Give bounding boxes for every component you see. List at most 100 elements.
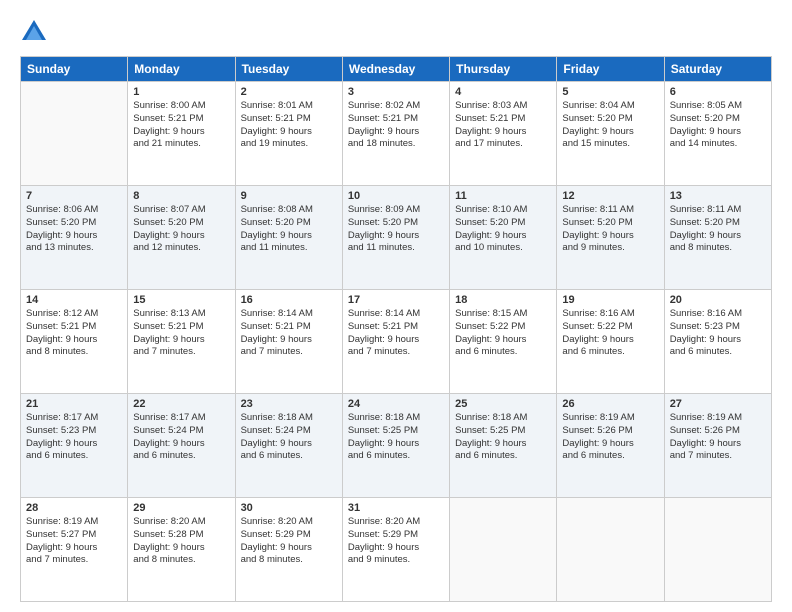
day-info: Sunrise: 8:10 AMSunset: 5:20 PMDaylight:…	[455, 204, 551, 255]
calendar-header-thursday: Thursday	[450, 57, 557, 82]
calendar-cell: 26 Sunrise: 8:19 AMSunset: 5:26 PMDayligh…	[557, 394, 664, 498]
calendar-cell: 6 Sunrise: 8:05 AMSunset: 5:20 PMDaylight…	[664, 82, 771, 186]
day-info: Sunrise: 8:20 AMSunset: 5:29 PMDaylight:…	[241, 516, 337, 567]
day-number: 4	[455, 86, 551, 98]
day-info: Sunrise: 8:17 AMSunset: 5:23 PMDaylight:…	[26, 412, 122, 463]
calendar-cell: 4 Sunrise: 8:03 AMSunset: 5:21 PMDaylight…	[450, 82, 557, 186]
day-number: 14	[26, 294, 122, 306]
day-info: Sunrise: 8:14 AMSunset: 5:21 PMDaylight:…	[348, 308, 444, 359]
calendar-week-row: 14 Sunrise: 8:12 AMSunset: 5:21 PMDayligh…	[21, 290, 772, 394]
calendar-cell: 15Sunrise: 8:13 AMSunset: 5:21 PMDayligh…	[128, 290, 235, 394]
day-info: Sunrise: 8:07 AMSunset: 5:20 PMDaylight:…	[133, 204, 229, 255]
day-info: Sunrise: 8:18 AMSunset: 5:25 PMDaylight:…	[455, 412, 551, 463]
day-info: Sunrise: 8:20 AMSunset: 5:29 PMDaylight:…	[348, 516, 444, 567]
day-number: 31	[348, 502, 444, 514]
calendar-cell: 28 Sunrise: 8:19 AMSunset: 5:27 PMDayligh…	[21, 498, 128, 602]
day-number: 5	[562, 86, 658, 98]
day-number: 10	[348, 190, 444, 202]
day-info: Sunrise: 8:01 AMSunset: 5:21 PMDaylight:…	[241, 100, 337, 151]
calendar-cell: 21 Sunrise: 8:17 AMSunset: 5:23 PMDayligh…	[21, 394, 128, 498]
calendar-cell: 27Sunrise: 8:19 AMSunset: 5:26 PMDayligh…	[664, 394, 771, 498]
calendar-header-tuesday: Tuesday	[235, 57, 342, 82]
calendar-cell	[21, 82, 128, 186]
calendar-week-row: 21 Sunrise: 8:17 AMSunset: 5:23 PMDayligh…	[21, 394, 772, 498]
day-number: 20	[670, 294, 766, 306]
logo	[20, 18, 52, 46]
calendar-cell: 8 Sunrise: 8:07 AMSunset: 5:20 PMDaylight…	[128, 186, 235, 290]
day-number: 13	[670, 190, 766, 202]
day-number: 29	[133, 502, 229, 514]
calendar-header-saturday: Saturday	[664, 57, 771, 82]
day-info: Sunrise: 8:09 AMSunset: 5:20 PMDaylight:…	[348, 204, 444, 255]
day-info: Sunrise: 8:00 AMSunset: 5:21 PMDaylight:…	[133, 100, 229, 151]
day-info: Sunrise: 8:17 AMSunset: 5:24 PMDaylight:…	[133, 412, 229, 463]
day-number: 3	[348, 86, 444, 98]
calendar-table: SundayMondayTuesdayWednesdayThursdayFrid…	[20, 56, 772, 602]
day-info: Sunrise: 8:19 AMSunset: 5:27 PMDaylight:…	[26, 516, 122, 567]
calendar-header-friday: Friday	[557, 57, 664, 82]
calendar-header-wednesday: Wednesday	[342, 57, 449, 82]
calendar-cell: 11 Sunrise: 8:10 AMSunset: 5:20 PMDayligh…	[450, 186, 557, 290]
calendar-week-row: 7Sunrise: 8:06 AMSunset: 5:20 PMDaylight…	[21, 186, 772, 290]
calendar-cell: 29Sunrise: 8:20 AMSunset: 5:28 PMDayligh…	[128, 498, 235, 602]
calendar-cell: 19Sunrise: 8:16 AMSunset: 5:22 PMDayligh…	[557, 290, 664, 394]
calendar-cell: 22 Sunrise: 8:17 AMSunset: 5:24 PMDayligh…	[128, 394, 235, 498]
day-number: 11	[455, 190, 551, 202]
day-number: 23	[241, 398, 337, 410]
calendar-cell: 12 Sunrise: 8:11 AMSunset: 5:20 PMDayligh…	[557, 186, 664, 290]
logo-icon	[20, 18, 48, 46]
header	[20, 18, 772, 46]
calendar-cell: 1 Sunrise: 8:00 AMSunset: 5:21 PMDaylight…	[128, 82, 235, 186]
calendar-cell: 30Sunrise: 8:20 AMSunset: 5:29 PMDayligh…	[235, 498, 342, 602]
day-number: 21	[26, 398, 122, 410]
day-info: Sunrise: 8:12 AMSunset: 5:21 PMDaylight:…	[26, 308, 122, 359]
day-number: 7	[26, 190, 122, 202]
day-info: Sunrise: 8:15 AMSunset: 5:22 PMDaylight:…	[455, 308, 551, 359]
calendar-cell: 5 Sunrise: 8:04 AMSunset: 5:20 PMDaylight…	[557, 82, 664, 186]
day-number: 25	[455, 398, 551, 410]
day-info: Sunrise: 8:04 AMSunset: 5:20 PMDaylight:…	[562, 100, 658, 151]
day-number: 15	[133, 294, 229, 306]
day-number: 6	[670, 86, 766, 98]
calendar-cell: 13 Sunrise: 8:11 AMSunset: 5:20 PMDayligh…	[664, 186, 771, 290]
calendar-cell: 3 Sunrise: 8:02 AMSunset: 5:21 PMDaylight…	[342, 82, 449, 186]
day-info: Sunrise: 8:05 AMSunset: 5:20 PMDaylight:…	[670, 100, 766, 151]
calendar-cell	[450, 498, 557, 602]
day-number: 12	[562, 190, 658, 202]
calendar-cell: 24 Sunrise: 8:18 AMSunset: 5:25 PMDayligh…	[342, 394, 449, 498]
day-number: 17	[348, 294, 444, 306]
calendar-week-row: 28 Sunrise: 8:19 AMSunset: 5:27 PMDayligh…	[21, 498, 772, 602]
day-number: 19	[562, 294, 658, 306]
day-info: Sunrise: 8:18 AMSunset: 5:25 PMDaylight:…	[348, 412, 444, 463]
calendar-cell: 9Sunrise: 8:08 AMSunset: 5:20 PMDaylight…	[235, 186, 342, 290]
day-info: Sunrise: 8:14 AMSunset: 5:21 PMDaylight:…	[241, 308, 337, 359]
calendar-cell: 25 Sunrise: 8:18 AMSunset: 5:25 PMDayligh…	[450, 394, 557, 498]
day-number: 22	[133, 398, 229, 410]
day-number: 8	[133, 190, 229, 202]
calendar-cell: 14 Sunrise: 8:12 AMSunset: 5:21 PMDayligh…	[21, 290, 128, 394]
calendar-header-row: SundayMondayTuesdayWednesdayThursdayFrid…	[21, 57, 772, 82]
day-number: 18	[455, 294, 551, 306]
day-info: Sunrise: 8:19 AMSunset: 5:26 PMDaylight:…	[562, 412, 658, 463]
day-number: 27	[670, 398, 766, 410]
calendar-header-monday: Monday	[128, 57, 235, 82]
calendar-cell: 23 Sunrise: 8:18 AMSunset: 5:24 PMDayligh…	[235, 394, 342, 498]
calendar-cell	[664, 498, 771, 602]
day-number: 28	[26, 502, 122, 514]
calendar-cell: 31 Sunrise: 8:20 AMSunset: 5:29 PMDayligh…	[342, 498, 449, 602]
page: SundayMondayTuesdayWednesdayThursdayFrid…	[0, 0, 792, 612]
day-info: Sunrise: 8:18 AMSunset: 5:24 PMDaylight:…	[241, 412, 337, 463]
day-number: 1	[133, 86, 229, 98]
calendar-cell: 17 Sunrise: 8:14 AMSunset: 5:21 PMDayligh…	[342, 290, 449, 394]
calendar-cell: 16Sunrise: 8:14 AMSunset: 5:21 PMDayligh…	[235, 290, 342, 394]
day-info: Sunrise: 8:16 AMSunset: 5:23 PMDaylight:…	[670, 308, 766, 359]
day-info: Sunrise: 8:03 AMSunset: 5:21 PMDaylight:…	[455, 100, 551, 151]
calendar-cell: 7Sunrise: 8:06 AMSunset: 5:20 PMDaylight…	[21, 186, 128, 290]
day-info: Sunrise: 8:08 AMSunset: 5:20 PMDaylight:…	[241, 204, 337, 255]
calendar-cell	[557, 498, 664, 602]
day-number: 26	[562, 398, 658, 410]
day-info: Sunrise: 8:11 AMSunset: 5:20 PMDaylight:…	[670, 204, 766, 255]
day-info: Sunrise: 8:11 AMSunset: 5:20 PMDaylight:…	[562, 204, 658, 255]
day-number: 24	[348, 398, 444, 410]
day-info: Sunrise: 8:02 AMSunset: 5:21 PMDaylight:…	[348, 100, 444, 151]
